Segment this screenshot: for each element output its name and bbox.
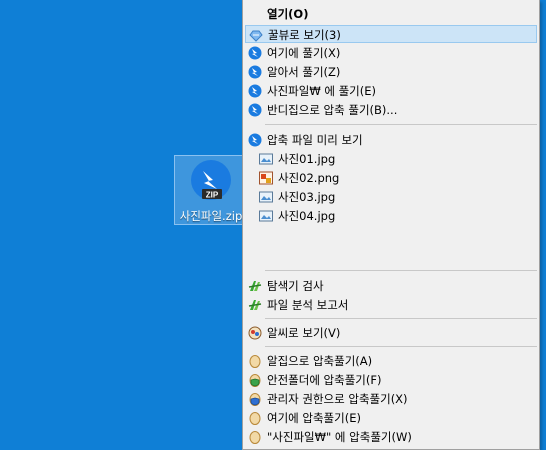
alzip-safe-folder-icon (249, 374, 261, 387)
menu-alzip-safe-folder[interactable]: 안전폴더에 압축풀기(F) (245, 371, 537, 389)
menu-alzip-extract-here[interactable]: 여기에 압축풀기(E) (245, 409, 537, 427)
menu-archive-preview[interactable]: 압축 파일 미리 보기 (245, 131, 537, 149)
menu-honeyview[interactable]: 꿀뷰로 보기(3) (245, 25, 537, 43)
menu-alzip-extract[interactable]: 알집으로 압축풀기(A) (245, 352, 537, 370)
menu-separator (265, 124, 537, 125)
menu-extract-to-folder[interactable]: 사진파일₩ 에 풀기(E) (245, 82, 537, 100)
bandizip-icon (248, 84, 262, 98)
jpg-file-icon (259, 191, 273, 203)
alzip-egg-icon (249, 412, 261, 425)
menu-open[interactable]: 열기(O) (245, 5, 537, 23)
jpg-file-icon (259, 210, 273, 222)
alzip-egg-icon (249, 355, 261, 368)
preview-file-item[interactable]: 사진04.jpg (245, 207, 537, 225)
alyac-scan-icon (248, 281, 262, 291)
desktop-zip-file[interactable]: ZIP 사진파일.zip (174, 155, 248, 225)
menu-separator (265, 346, 537, 347)
preview-file-item[interactable]: 사진02.png (245, 169, 537, 187)
bandizip-file-icon: ZIP (191, 160, 231, 200)
menu-extract-with-bandizip[interactable]: 반디집으로 압축 풀기(B)... (245, 101, 537, 119)
bandizip-icon (248, 46, 262, 60)
honeyview-icon (249, 30, 263, 42)
context-menu: 열기(O) 꿀뷰로 보기(3) 여기에 풀기(X) 알아서 풀기(Z) 사진파일… (242, 0, 540, 450)
menu-explorer-scan[interactable]: 탐색기 검사 (245, 277, 537, 295)
png-file-icon (259, 171, 273, 185)
preview-file-item[interactable]: 사진03.jpg (245, 188, 537, 206)
desktop-file-label: 사진파일.zip (179, 209, 243, 223)
menu-separator (265, 270, 537, 271)
bandizip-icon (248, 103, 262, 117)
alzip-egg-icon (249, 431, 261, 444)
alyac-report-icon (248, 300, 262, 310)
bandizip-icon (248, 133, 262, 147)
alzip-admin-icon (249, 393, 261, 406)
menu-extract-here[interactable]: 여기에 풀기(X) (245, 44, 537, 62)
menu-file-analysis-report[interactable]: 파일 분석 보고서 (245, 296, 537, 314)
menu-alzip-admin[interactable]: 관리자 권한으로 압축풀기(X) (245, 390, 537, 408)
menu-smart-extract[interactable]: 알아서 풀기(Z) (245, 63, 537, 81)
menu-alzip-extract-to-folder[interactable]: "사진파일₩" 에 압축풀기(W) (245, 428, 537, 446)
jpg-file-icon (259, 153, 273, 165)
menu-separator (265, 318, 537, 319)
bandizip-icon (248, 65, 262, 79)
alsee-icon (248, 326, 262, 340)
menu-alsee-view[interactable]: 알씨로 보기(V) (245, 324, 537, 342)
zip-badge-text: ZIP (206, 191, 219, 200)
preview-file-item[interactable]: 사진01.jpg (245, 150, 537, 168)
